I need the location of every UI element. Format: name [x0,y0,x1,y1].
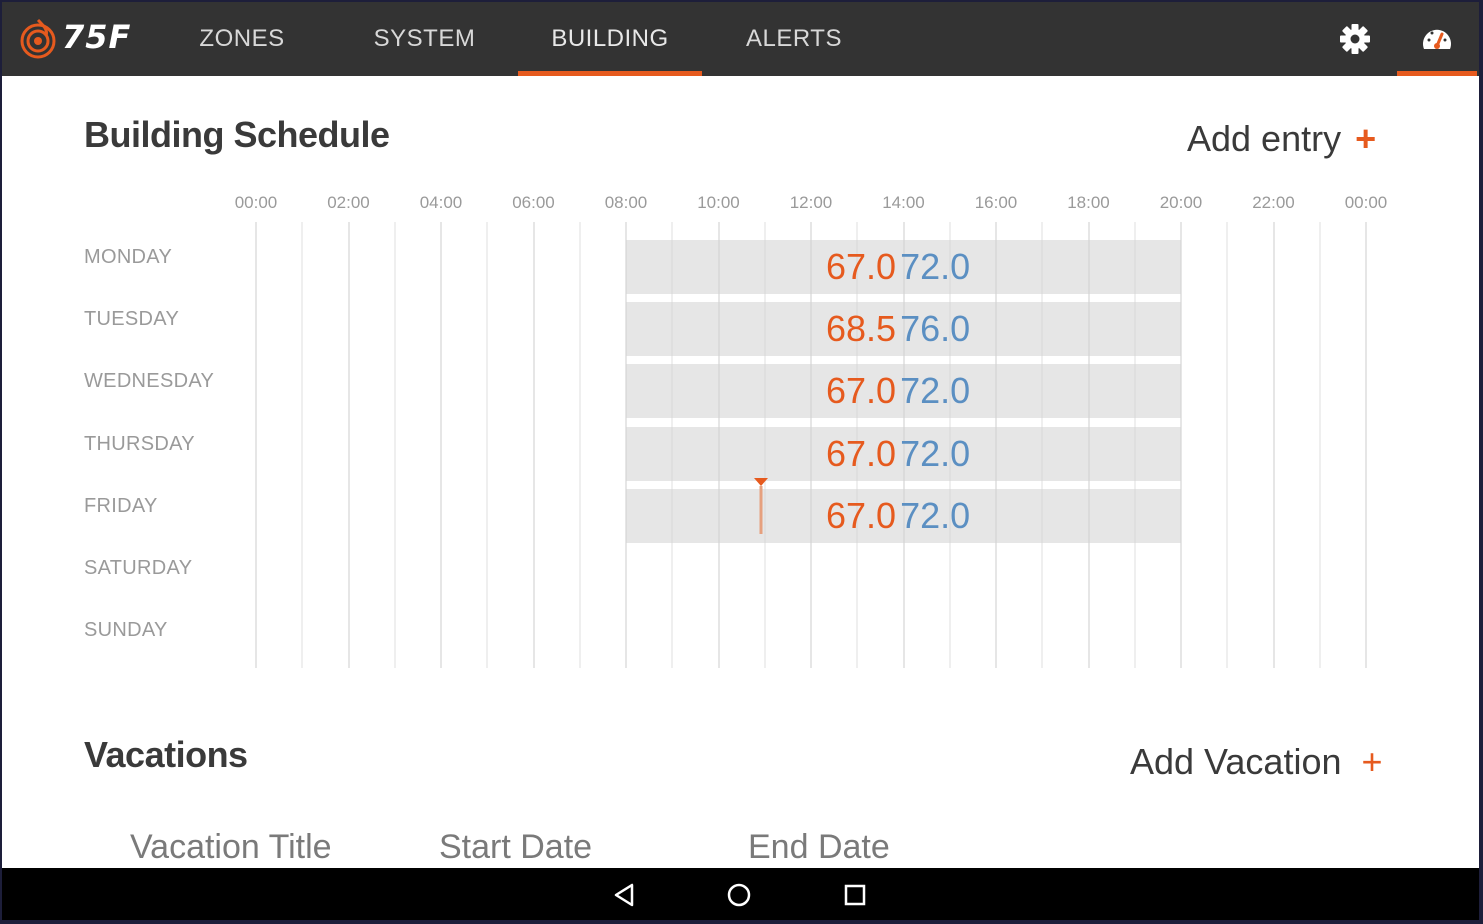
entry-temperatures: 67.0 72.0 [826,433,970,475]
day-label-monday: MONDAY [84,246,173,268]
cooling-setpoint: 72.0 [900,494,971,536]
column-header-vacation-title: Vacation Title [130,828,332,866]
hour-gridline [1318,222,1321,668]
hour-label: 16:00 [974,193,1018,212]
hour-gridline [1226,222,1229,668]
hour-gridline [1365,222,1367,668]
recents-icon[interactable] [840,880,870,910]
hour-gridline [393,222,396,668]
heating-setpoint: 67.0 [826,370,897,412]
plus-icon: + [1361,741,1383,782]
weekly-schedule-grid: 00:00 02:00 04:00 06:00 08:00 10:00 12:00 14:00… [2,2,1479,702]
heating-setpoint: 67.0 [826,494,897,536]
hour-label: 08:00 [604,193,648,212]
heating-setpoint: 68.5 [826,308,897,350]
hour-label: 14:00 [882,193,925,212]
entry-temperatures: 67.0 72.0 [826,370,970,412]
heating-setpoint: 67.0 [826,432,897,474]
entry-temperatures: 68.5 76.0 [826,308,970,350]
add-vacation-label: Add Vacation [1130,741,1342,782]
hour-label: 04:00 [419,193,463,212]
hour-label: 18:00 [1067,193,1110,212]
heating-setpoint: 67.0 [826,246,897,287]
hour-gridline [486,222,489,668]
day-label-sunday: SUNDAY [84,619,168,642]
column-header-start-date: Start Date [439,828,593,866]
home-icon[interactable] [724,880,754,910]
day-label-thursday: THURSDAY [84,432,195,455]
add-vacation-button[interactable]: Add Vacation + [1130,741,1383,783]
hour-label: 02:00 [327,193,370,212]
hour-gridline [1272,222,1275,668]
hour-gridline [532,222,535,668]
hour-gridline [347,222,350,668]
day-label-tuesday: TUESDAY [84,308,180,331]
hour-label: 10:00 [697,193,740,212]
entry-temperatures: 67.0 72.0 [826,246,970,288]
hour-label: 00:00 [234,193,278,212]
vacations-title: Vacations [84,734,248,775]
day-label-saturday: SATURDAY [84,557,193,579]
hour-gridline [301,222,304,668]
hour-gridline [255,222,257,668]
hour-label: 22:00 [1252,193,1295,212]
android-navigation-bar [2,868,1479,920]
hour-label: 00:00 [1344,193,1388,212]
hour-label: 20:00 [1159,193,1203,212]
hour-gridline [440,222,442,668]
day-label-friday: FRIDAY [84,494,158,517]
cooling-setpoint: 72.0 [900,370,971,412]
day-label-wednesday: WEDNESDAY [84,370,215,393]
hour-label: 12:00 [789,193,833,212]
back-icon[interactable] [610,880,640,910]
cooling-setpoint: 76.0 [900,308,971,350]
entry-temperatures: 67.0 72.0 [826,495,970,537]
cooling-setpoint: 72.0 [900,246,971,287]
column-header-end-date: End Date [748,828,890,866]
app-window: 75F ZONES SYSTEM BUILDING ALERTS Buildin… [2,2,1479,920]
current-time-marker-icon [754,478,768,534]
hour-label: 06:00 [512,193,555,212]
hour-gridline [578,222,581,668]
cooling-setpoint: 72.0 [900,432,971,474]
